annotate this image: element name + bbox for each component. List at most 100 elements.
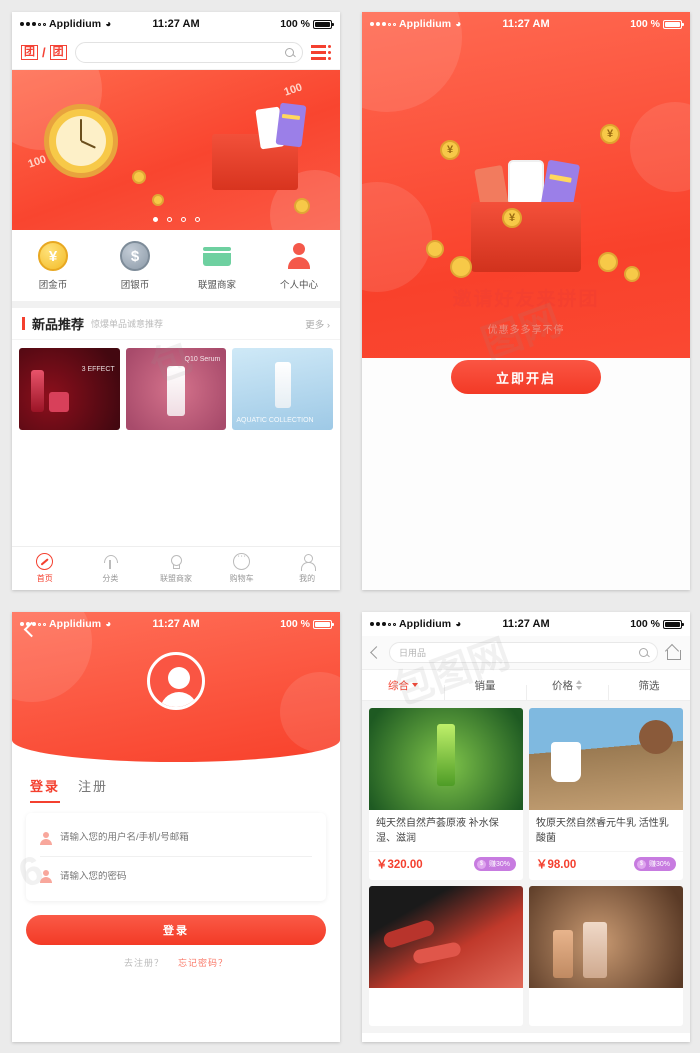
search-value: 日用品 xyxy=(399,648,427,658)
product-image xyxy=(529,708,683,810)
yen-coin-icon: ¥ xyxy=(502,208,522,228)
tab-login[interactable]: 登录 xyxy=(30,776,61,803)
search-input[interactable] xyxy=(74,42,303,63)
filter-screen[interactable]: 筛选 xyxy=(608,678,690,700)
invite-copy: 邀请好友来拼团 优惠多多享不停 立即开启 xyxy=(362,284,690,394)
filter-comprehensive[interactable]: 综合 xyxy=(362,678,444,693)
product-card[interactable]: 3 EFFECT xyxy=(19,348,120,430)
hero-banner-carousel[interactable]: 100 100 xyxy=(12,70,340,230)
tab-category[interactable]: 分类 xyxy=(78,553,144,584)
badge-label: 赚30% xyxy=(488,861,510,868)
back-chevron-icon[interactable] xyxy=(370,646,383,659)
quicknav-label: 团金币 xyxy=(38,280,68,291)
product-price-row: ￥98.00 $ 赚30% xyxy=(529,851,683,880)
purple-card-illustration xyxy=(275,102,307,148)
phone-invite: Applidium ◕ 11:27 AM 100 % ¥ ¥ ¥ 邀请好友来拼团… xyxy=(362,12,690,590)
user-icon xyxy=(40,831,52,845)
carousel-dot[interactable] xyxy=(180,217,186,222)
battery-icon xyxy=(313,619,334,629)
avatar xyxy=(147,652,205,710)
person-icon xyxy=(299,553,316,571)
sort-updown-icon xyxy=(576,680,582,690)
coin-illustration xyxy=(598,252,618,272)
tab-register[interactable]: 注册 xyxy=(78,776,108,803)
status-bar: Applidium ◕ 11:27 AM 100 % xyxy=(362,612,690,636)
go-register-link[interactable]: 去注册？ xyxy=(124,956,164,969)
quicknav-item-silver[interactable]: $ 团银币 xyxy=(94,241,176,291)
status-bar: Applidium ◕ 11:27 AM 100 % xyxy=(12,612,340,636)
coin-illustration xyxy=(426,240,444,258)
username-field[interactable] xyxy=(40,819,312,857)
leaf-icon xyxy=(102,553,119,570)
product-caption: Q10 Serum xyxy=(184,356,221,363)
battery-icon xyxy=(663,619,684,629)
product-image xyxy=(369,708,523,810)
gold-coin-icon: ¥ xyxy=(38,241,68,271)
search-icon[interactable] xyxy=(285,48,294,57)
tab-home[interactable]: 首页 xyxy=(12,553,78,584)
quicknav-label: 联盟商家 xyxy=(197,280,236,291)
tab-mine[interactable]: 我的 xyxy=(274,553,340,584)
app-logo[interactable]: 团 / 团 xyxy=(21,45,67,60)
yen-coin-icon: ¥ xyxy=(440,140,460,160)
lock-user-icon xyxy=(40,870,52,883)
product-caption: AQUATIC COLLECTION xyxy=(236,417,314,424)
quicknav-label: 团银币 xyxy=(120,280,150,291)
coin-illustration xyxy=(152,194,164,206)
tab-label: 分类 xyxy=(102,574,119,583)
product-item[interactable] xyxy=(529,886,683,1026)
tab-cart[interactable]: 购物车 xyxy=(209,551,275,584)
tab-merchants[interactable]: 联盟商家 xyxy=(143,553,209,584)
hamburger-menu-icon[interactable] xyxy=(311,45,331,60)
section-title: 新品推荐 xyxy=(32,317,85,332)
coin-icon: $ xyxy=(636,859,646,869)
search-input[interactable]: 日用品 xyxy=(389,642,658,663)
auth-tabs: 登录 注册 xyxy=(12,762,340,803)
alarm-clock-illustration xyxy=(44,104,118,178)
filter-sales[interactable]: 销量 xyxy=(444,678,526,700)
phone-login: Applidium ◕ 11:27 AM 100 % 登录 注册 请输入您的用户… xyxy=(12,612,340,1042)
section-accent-bar xyxy=(22,317,25,330)
compass-icon xyxy=(36,553,54,570)
app-header: 团 / 团 xyxy=(12,36,340,70)
product-price: ￥320.00 xyxy=(376,859,423,871)
login-submit-button[interactable]: 登录 xyxy=(26,915,326,945)
quicknav-item-merchant[interactable]: 联盟商家 xyxy=(176,241,258,291)
banner-tag: 100 xyxy=(282,81,304,99)
carousel-dot[interactable] xyxy=(152,217,158,222)
product-name: 纯天然自然芦荟原液 补水保湿、滋润 xyxy=(376,818,499,844)
username-input[interactable] xyxy=(60,832,312,843)
bulb-icon xyxy=(167,553,184,570)
start-now-button[interactable]: 立即开启 xyxy=(451,360,601,394)
carousel-dot[interactable] xyxy=(194,217,200,222)
quicknav-item-profile[interactable]: 个人中心 xyxy=(258,241,340,291)
password-field[interactable] xyxy=(40,857,312,895)
quicknav-item-gold[interactable]: ¥ 团金币 xyxy=(12,241,94,291)
filter-price[interactable]: 价格 xyxy=(526,678,608,700)
product-price: ￥98.00 xyxy=(536,859,577,871)
coin-illustration xyxy=(294,198,310,214)
battery-icon xyxy=(663,19,684,29)
section-divider xyxy=(12,301,340,308)
home-icon[interactable] xyxy=(666,646,681,660)
search-icon[interactable] xyxy=(639,648,648,657)
clock-label: 11:27 AM xyxy=(502,618,550,630)
forgot-password-link[interactable]: 忘记密码？ xyxy=(178,956,228,969)
clock-label: 11:27 AM xyxy=(152,18,200,30)
tab-label: 我的 xyxy=(299,574,316,583)
product-card[interactable]: AQUATIC COLLECTION xyxy=(232,348,334,430)
bottom-tab-bar: 首页 分类 联盟商家 购物车 我的 xyxy=(12,546,340,590)
carousel-dots[interactable] xyxy=(12,217,340,222)
coin-illustration xyxy=(450,256,472,278)
carousel-dot[interactable] xyxy=(166,217,172,222)
product-card[interactable]: Q10 Serum xyxy=(125,348,227,430)
product-item[interactable] xyxy=(369,886,523,1026)
product-item[interactable]: 牧原天然自然睿元牛乳 活性乳酸菌 ￥98.00 $ 赚30% xyxy=(529,708,683,880)
section-header-new-products: 新品推荐 惊爆单品诚意推荐 更多 › xyxy=(12,308,340,340)
section-more-link[interactable]: 更多 › xyxy=(305,317,330,331)
product-item[interactable]: 纯天然自然芦荟原液 补水保湿、滋润 ￥320.00 $ 赚30% xyxy=(369,708,523,880)
logo-left-char: 团 xyxy=(21,45,38,60)
product-image xyxy=(369,886,523,988)
password-input[interactable] xyxy=(60,870,312,882)
filter-bar: 综合 销量 价格 筛选 xyxy=(362,670,690,701)
